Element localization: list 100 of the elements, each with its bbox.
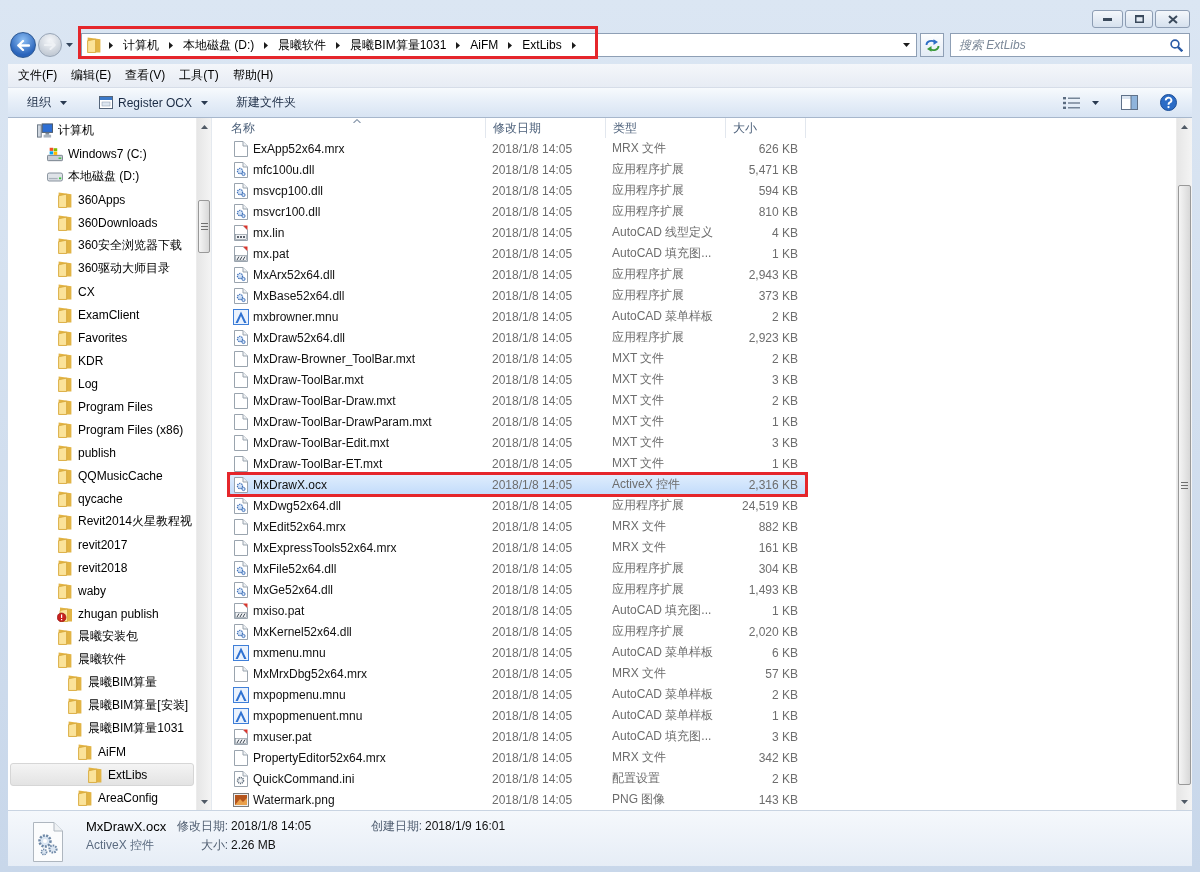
breadcrumb[interactable]: 晨曦软件 [276,35,329,55]
maximize-button[interactable] [1125,10,1153,28]
file-row[interactable]: MxDwg52x64.dll 2018/1/8 14:05 应用程序扩展 24,519 KB [229,495,806,516]
triangle-right-icon[interactable] [571,41,576,49]
file-row[interactable]: Watermark.png 2018/1/8 14:05 PNG 图像 143 KB [229,789,806,810]
tree-item[interactable]: AiFM [10,740,194,763]
file-row[interactable]: QuickCommand.ini 2018/1/8 14:05 配置设置 2 KB [229,768,806,789]
tree-item[interactable]: ExamClient [10,303,194,326]
file-row[interactable]: MxBase52x64.dll 2018/1/8 14:05 应用程序扩展 373 KB [229,285,806,306]
file-row[interactable]: mxuser.pat 2018/1/8 14:05 AutoCAD 填充图... 3 KB [229,726,806,747]
tree-item[interactable]: qycache [10,487,194,510]
tree-item[interactable]: Program Files [10,395,194,418]
triangle-right-icon[interactable] [336,41,341,49]
menu-item[interactable]: 文件(F) [11,65,65,86]
file-row[interactable]: MxEdit52x64.mrx 2018/1/8 14:05 MRX 文件 882 KB [229,516,806,537]
minimize-button[interactable] [1092,10,1123,28]
scroll-down-icon[interactable] [1181,799,1188,804]
triangle-right-icon[interactable] [169,41,173,49]
file-row[interactable]: msvcp100.dll 2018/1/8 14:05 应用程序扩展 594 KB [229,180,806,201]
tree-item[interactable]: Log [10,372,194,395]
tree-item[interactable]: publish [10,441,194,464]
tree-item[interactable]: CX [10,280,194,303]
scroll-up-icon[interactable] [200,124,208,129]
tree-item[interactable]: 晨曦BIM算量[安装] [10,694,194,717]
file-row[interactable]: MxDraw-ToolBar-Draw.mxt 2018/1/8 14:05 MXT 文件 2 KB [229,390,806,411]
tree-item[interactable]: revit2017 [10,533,194,556]
tree-item[interactable]: Revit2014火星教程视 [10,510,194,533]
search-field[interactable]: 搜索 ExtLibs [950,33,1190,57]
file-row[interactable]: MxDrawX.ocx 2018/1/8 14:05 ActiveX 控件 2,316 KB [229,474,806,495]
triangle-right-icon[interactable] [109,41,113,49]
vertical-scrollbar[interactable] [1176,118,1192,810]
close-button[interactable] [1155,10,1190,28]
toolbar-button[interactable]: 新建文件夹 [229,90,304,115]
caret-down-icon[interactable] [66,43,73,47]
tree-item[interactable]: Favorites [10,326,194,349]
tree-item[interactable]: 360驱动大师目录 [10,257,194,280]
tree-item[interactable]: 360Downloads [10,211,194,234]
tree-item[interactable]: 计算机 [10,119,194,142]
file-row[interactable]: PropertyEditor52x64.mrx 2018/1/8 14:05 MRX 文件 342 KB [229,747,806,768]
tree-item[interactable]: ExtLibs [10,763,194,786]
file-row[interactable]: MxDraw-Browner_ToolBar.mxt 2018/1/8 14:05 MXT 文件 2 KB [229,348,806,369]
caret-down-icon[interactable] [903,43,910,47]
search-icon[interactable] [1170,39,1183,52]
file-row[interactable]: mxiso.pat 2018/1/8 14:05 AutoCAD 填充图... 1 KB [229,600,806,621]
tree-item[interactable]: QQMusicCache [10,464,194,487]
file-row[interactable]: mxmenu.mnu 2018/1/8 14:05 AutoCAD 菜单样板 6 KB [229,642,806,663]
breadcrumb[interactable]: 晨曦BIM算量1031 [348,35,449,55]
file-row[interactable]: MxGe52x64.dll 2018/1/8 14:05 应用程序扩展 1,493 KB [229,579,806,600]
triangle-right-icon[interactable] [264,41,269,49]
toolbar-button[interactable]: Register OCX [92,90,216,115]
menu-item[interactable]: 帮助(H) [225,65,281,86]
tree-item[interactable]: waby [10,579,194,602]
triangle-right-icon[interactable] [508,41,513,49]
file-row[interactable]: MxDraw-ToolBar-Edit.mxt 2018/1/8 14:05 MXT 文件 3 KB [229,432,806,453]
scroll-thumb[interactable] [1178,185,1191,785]
tree-item[interactable]: AreaConfig [10,786,194,809]
file-row[interactable]: MxKernel52x64.dll 2018/1/8 14:05 应用程序扩展 2,020 KB [229,621,806,642]
refresh-button[interactable] [920,33,944,57]
file-row[interactable]: MxDraw-ToolBar.mxt 2018/1/8 14:05 MXT 文件 3 KB [229,369,806,390]
tree-item[interactable]: KDR [10,349,194,372]
file-row[interactable]: MxDraw-ToolBar-DrawParam.mxt 2018/1/8 14:05 MXT 文件 1 KB [229,411,806,432]
scroll-thumb[interactable] [198,200,210,253]
file-row[interactable]: mx.lin 2018/1/8 14:05 AutoCAD 线型定义 4 KB [229,222,806,243]
tree-item[interactable]: zhugan publish [10,602,194,625]
breadcrumb[interactable]: 本地磁盘 (D:) [181,35,257,55]
vertical-scrollbar[interactable] [196,118,211,810]
tree-item[interactable]: 晨曦安装包 [10,625,194,648]
file-row[interactable]: MxExpressTools52x64.mrx 2018/1/8 14:05 MRX 文件 161 KB [229,537,806,558]
breadcrumb[interactable]: 计算机 [121,35,161,55]
file-row[interactable]: MxDraw52x64.dll 2018/1/8 14:05 应用程序扩展 2,923 KB [229,327,806,348]
scroll-up-icon[interactable] [1181,124,1188,129]
file-row[interactable]: mxbrowner.mnu 2018/1/8 14:05 AutoCAD 菜单样板 2 KB [229,306,806,327]
file-row[interactable]: ExApp52x64.mrx 2018/1/8 14:05 MRX 文件 626 KB [229,138,806,159]
file-row[interactable]: msvcr100.dll 2018/1/8 14:05 应用程序扩展 810 KB [229,201,806,222]
tree-item[interactable]: 晨曦软件 [10,648,194,671]
tree-item[interactable]: 360安全浏览器下载 [10,234,194,257]
back-button[interactable] [10,32,36,58]
file-row[interactable]: mfc100u.dll 2018/1/8 14:05 应用程序扩展 5,471 KB [229,159,806,180]
breadcrumb[interactable]: AiFM [468,35,501,55]
file-row[interactable]: MxMrxDbg52x64.mrx 2018/1/8 14:05 MRX 文件 57 KB [229,663,806,684]
menu-item[interactable]: 编辑(E) [64,65,119,86]
file-row[interactable]: mx.pat 2018/1/8 14:05 AutoCAD 填充图... 1 KB [229,243,806,264]
file-row[interactable]: MxArx52x64.dll 2018/1/8 14:05 应用程序扩展 2,943 KB [229,264,806,285]
file-row[interactable]: MxFile52x64.dll 2018/1/8 14:05 应用程序扩展 304 KB [229,558,806,579]
tree-item[interactable]: 本地磁盘 (D:) [10,165,194,188]
tree-item[interactable]: 晨曦BIM算量1031 [10,717,194,740]
breadcrumb[interactable]: ExtLibs [520,35,564,55]
tree-item[interactable]: Program Files (x86) [10,418,194,441]
column-header[interactable]: 名称 [229,118,486,138]
triangle-right-icon[interactable] [456,41,461,49]
scroll-down-icon[interactable] [200,799,208,804]
menu-item[interactable]: 查看(V) [118,65,173,86]
tree-item[interactable]: revit2018 [10,556,194,579]
file-row[interactable]: mxpopmenuent.mnu 2018/1/8 14:05 AutoCAD 菜单样板 1 KB [229,705,806,726]
toolbar-button[interactable]: 组织 [20,90,74,115]
file-row[interactable]: mxpopmenu.mnu 2018/1/8 14:05 AutoCAD 菜单样板 2 KB [229,684,806,705]
file-row[interactable]: MxDraw-ToolBar-ET.mxt 2018/1/8 14:05 MXT 文件 1 KB [229,453,806,474]
tree-item[interactable]: Windows7 (C:) [10,142,194,165]
menu-item[interactable]: 工具(T) [172,65,226,86]
tree-item[interactable]: 360Apps [10,188,194,211]
